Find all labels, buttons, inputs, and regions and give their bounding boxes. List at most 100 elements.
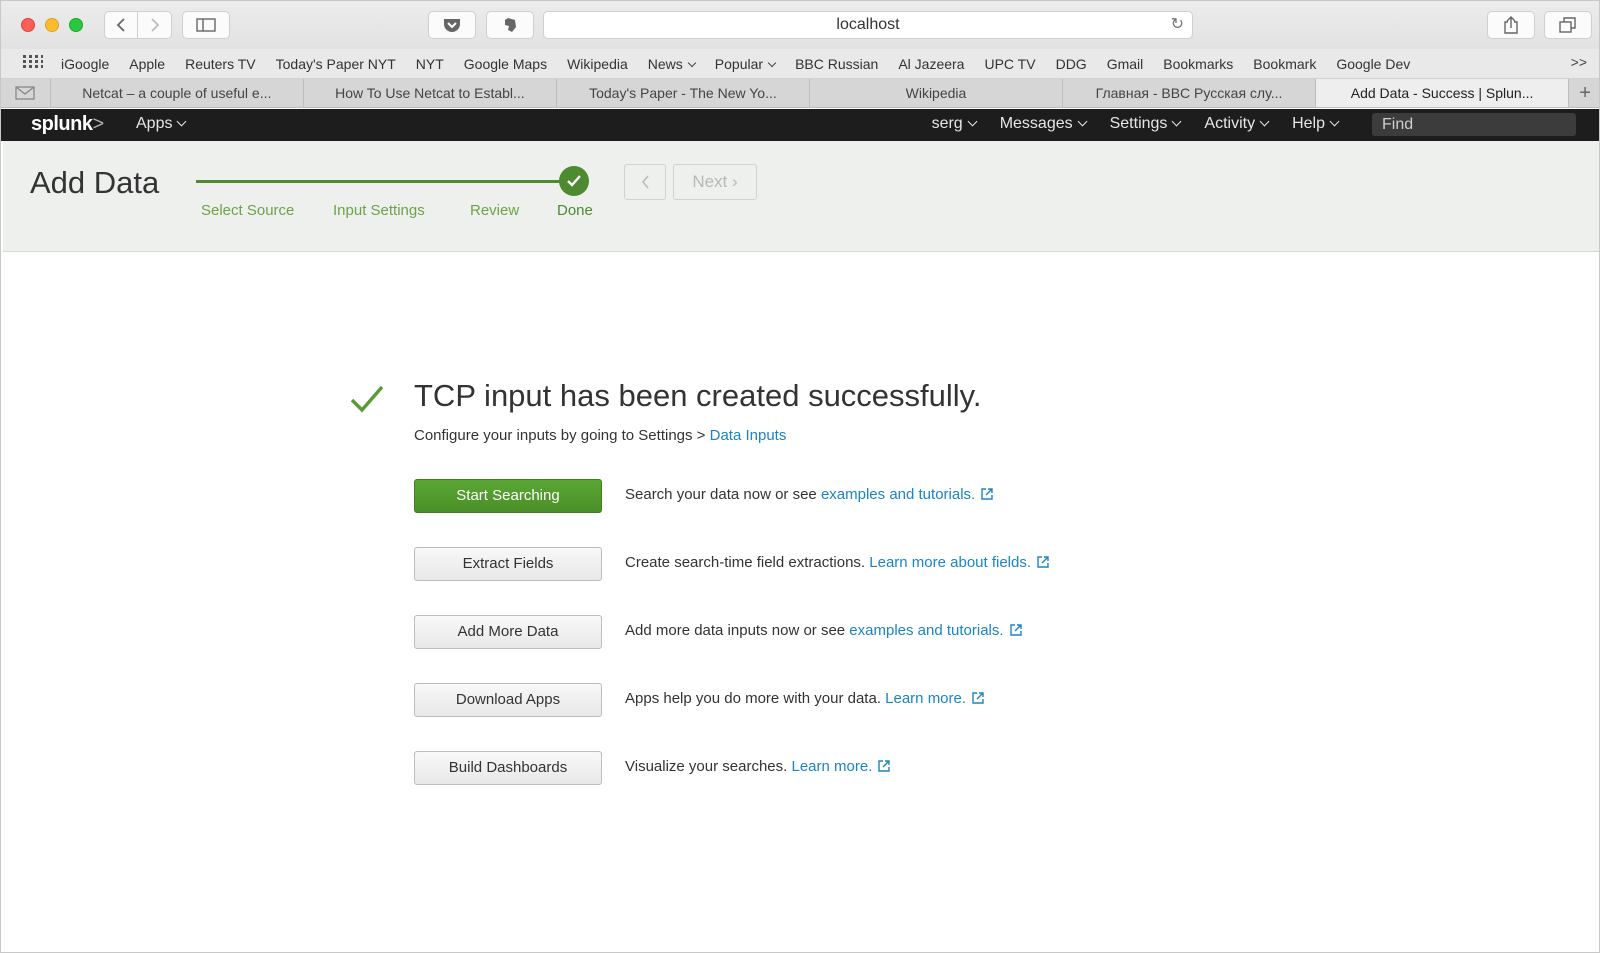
tab-how-to-use-netcat[interactable]: How To Use Netcat to Establ... bbox=[304, 79, 557, 107]
splunk-logo-text: splunk bbox=[31, 113, 93, 135]
chevron-down-icon bbox=[687, 58, 697, 67]
bookmark-bookmark[interactable]: Bookmark bbox=[1253, 56, 1316, 72]
apps-grid-icon[interactable] bbox=[23, 55, 43, 72]
tab-add-data-success[interactable]: Add Data - Success | Splun... bbox=[1316, 79, 1570, 107]
learn-more-fields-link[interactable]: Learn more about fields. bbox=[869, 554, 1031, 571]
tab-bbc-russian[interactable]: Главная - BBC Русская слу... bbox=[1063, 79, 1317, 107]
step-select-source: Select Source bbox=[201, 202, 295, 219]
bookmark-upc-tv[interactable]: UPC TV bbox=[984, 56, 1035, 72]
sidebar-toggle-button[interactable] bbox=[182, 11, 230, 39]
user-menu-label: serg bbox=[931, 115, 963, 132]
bookmark-gmail[interactable]: Gmail bbox=[1107, 56, 1144, 72]
build-dashboards-button[interactable]: Build Dashboards bbox=[414, 751, 602, 785]
sidebar-icon bbox=[196, 18, 216, 32]
zoom-window-button[interactable] bbox=[69, 18, 83, 32]
stepper-progress-line bbox=[196, 180, 571, 183]
tab-todays-paper[interactable]: Today's Paper - The New Yo... bbox=[557, 79, 810, 107]
action-row-build-dashboards: Build Dashboards Visualize your searches… bbox=[414, 751, 1314, 785]
data-inputs-link[interactable]: Data Inputs bbox=[710, 427, 787, 444]
splunk-header: splunk> Apps serg Messages Settings Acti… bbox=[1, 109, 1599, 141]
bookmarks-bar: iGoogle Apple Reuters TV Today's Paper N… bbox=[1, 49, 1599, 79]
step-input-settings: Input Settings bbox=[333, 202, 425, 219]
new-tab-button[interactable]: + bbox=[1569, 79, 1599, 107]
splunk-top-nav: serg Messages Settings Activity Help bbox=[931, 115, 1340, 133]
browser-window: localhost ↻ iGoogle Apple Reuters TV Tod… bbox=[0, 0, 1600, 953]
extract-fields-button[interactable]: Extract Fields bbox=[414, 547, 602, 581]
messages-menu[interactable]: Messages bbox=[1000, 115, 1088, 133]
bookmark-google-maps[interactable]: Google Maps bbox=[464, 56, 547, 72]
activity-menu[interactable]: Activity bbox=[1204, 115, 1270, 133]
chevron-down-icon bbox=[177, 116, 187, 127]
download-apps-button[interactable]: Download Apps bbox=[414, 683, 602, 717]
step-review: Review bbox=[470, 202, 520, 219]
learn-more-dashboards-link[interactable]: Learn more. bbox=[791, 758, 872, 775]
examples-tutorials-link[interactable]: examples and tutorials. bbox=[821, 486, 975, 503]
action-row-add-more-data: Add More Data Add more data inputs now o… bbox=[414, 615, 1314, 649]
mail-icon bbox=[15, 86, 36, 100]
pocket-icon bbox=[444, 19, 460, 32]
mail-tab[interactable] bbox=[1, 79, 51, 107]
bookmark-folder-news[interactable]: News bbox=[647, 55, 697, 72]
chevron-down-icon bbox=[1171, 116, 1182, 127]
bookmark-nyt[interactable]: NYT bbox=[416, 56, 444, 72]
previous-step-button[interactable] bbox=[624, 164, 666, 200]
minimize-window-button[interactable] bbox=[45, 18, 59, 32]
splunk-logo-chevron: > bbox=[92, 113, 104, 135]
start-searching-button[interactable]: Start Searching bbox=[414, 479, 602, 513]
more-bookmarks-button[interactable]: >> bbox=[1571, 54, 1587, 70]
action-description: Search your data now or see examples and… bbox=[625, 479, 993, 511]
splunk-logo[interactable]: splunk> bbox=[31, 113, 104, 136]
bookmark-wikipedia[interactable]: Wikipedia bbox=[567, 56, 628, 72]
add-more-data-button[interactable]: Add More Data bbox=[414, 615, 602, 649]
bookmark-folder-popular[interactable]: Popular bbox=[714, 55, 777, 72]
bookmark-igoogle[interactable]: iGoogle bbox=[61, 56, 109, 72]
address-bar[interactable]: localhost ↻ bbox=[543, 11, 1193, 39]
bookmark-folder-label: News bbox=[647, 55, 683, 72]
close-window-button[interactable] bbox=[21, 18, 35, 32]
chevron-left-icon bbox=[116, 18, 125, 32]
help-menu[interactable]: Help bbox=[1292, 115, 1340, 133]
pocket-button[interactable] bbox=[428, 11, 476, 39]
bookmark-todays-paper-nyt[interactable]: Today's Paper NYT bbox=[276, 56, 396, 72]
find-input[interactable] bbox=[1372, 113, 1576, 136]
bookmark-ddg[interactable]: DDG bbox=[1056, 56, 1087, 72]
bookmark-bookmarks[interactable]: Bookmarks bbox=[1163, 56, 1233, 72]
external-link-icon bbox=[1037, 556, 1049, 568]
action-description: Apps help you do more with your data. Le… bbox=[625, 683, 984, 715]
reload-icon[interactable]: ↻ bbox=[1171, 12, 1184, 38]
success-subtitle: Configure your inputs by going to Settin… bbox=[414, 427, 786, 444]
action-description-text: Create search-time field extractions. bbox=[625, 554, 870, 571]
tab-overview-button[interactable] bbox=[1544, 11, 1592, 39]
tab-wikipedia[interactable]: Wikipedia bbox=[810, 79, 1063, 107]
user-menu[interactable]: serg bbox=[931, 115, 978, 133]
chevron-right-icon bbox=[150, 18, 159, 32]
step-done-marker bbox=[559, 166, 589, 196]
forward-button[interactable] bbox=[138, 11, 172, 39]
examples-tutorials-link[interactable]: examples and tutorials. bbox=[849, 622, 1003, 639]
action-description-text: Apps help you do more with your data. bbox=[625, 690, 886, 707]
url-text: localhost bbox=[836, 16, 900, 33]
tab-netcat[interactable]: Netcat – a couple of useful e... bbox=[51, 79, 304, 107]
chevron-down-icon bbox=[967, 116, 978, 127]
action-row-start-searching: Start Searching Search your data now or … bbox=[414, 479, 1314, 513]
page-title: Add Data bbox=[30, 165, 160, 200]
tabs-overview-icon bbox=[1559, 17, 1576, 33]
apps-menu[interactable]: Apps bbox=[136, 115, 187, 133]
action-description-text: Add more data inputs now or see bbox=[625, 622, 850, 639]
learn-more-apps-link[interactable]: Learn more. bbox=[885, 690, 966, 707]
share-button[interactable] bbox=[1487, 11, 1535, 39]
bookmark-folder-label: Popular bbox=[714, 55, 764, 72]
next-step-label: Next bbox=[692, 172, 728, 191]
bookmark-apple[interactable]: Apple bbox=[129, 56, 165, 72]
bookmark-google-dev[interactable]: Google Dev bbox=[1336, 56, 1410, 72]
evernote-button[interactable] bbox=[486, 11, 534, 39]
bookmark-bbc-russian[interactable]: BBC Russian bbox=[795, 56, 878, 72]
chevron-down-icon bbox=[767, 58, 777, 67]
action-row-download-apps: Download Apps Apps help you do more with… bbox=[414, 683, 1314, 717]
apps-menu-label: Apps bbox=[136, 115, 173, 132]
bookmark-reuters-tv[interactable]: Reuters TV bbox=[185, 56, 256, 72]
bookmark-al-jazeera[interactable]: Al Jazeera bbox=[898, 56, 964, 72]
back-button[interactable] bbox=[104, 11, 138, 39]
settings-menu[interactable]: Settings bbox=[1110, 115, 1182, 133]
next-step-button[interactable]: Next › bbox=[673, 164, 757, 200]
